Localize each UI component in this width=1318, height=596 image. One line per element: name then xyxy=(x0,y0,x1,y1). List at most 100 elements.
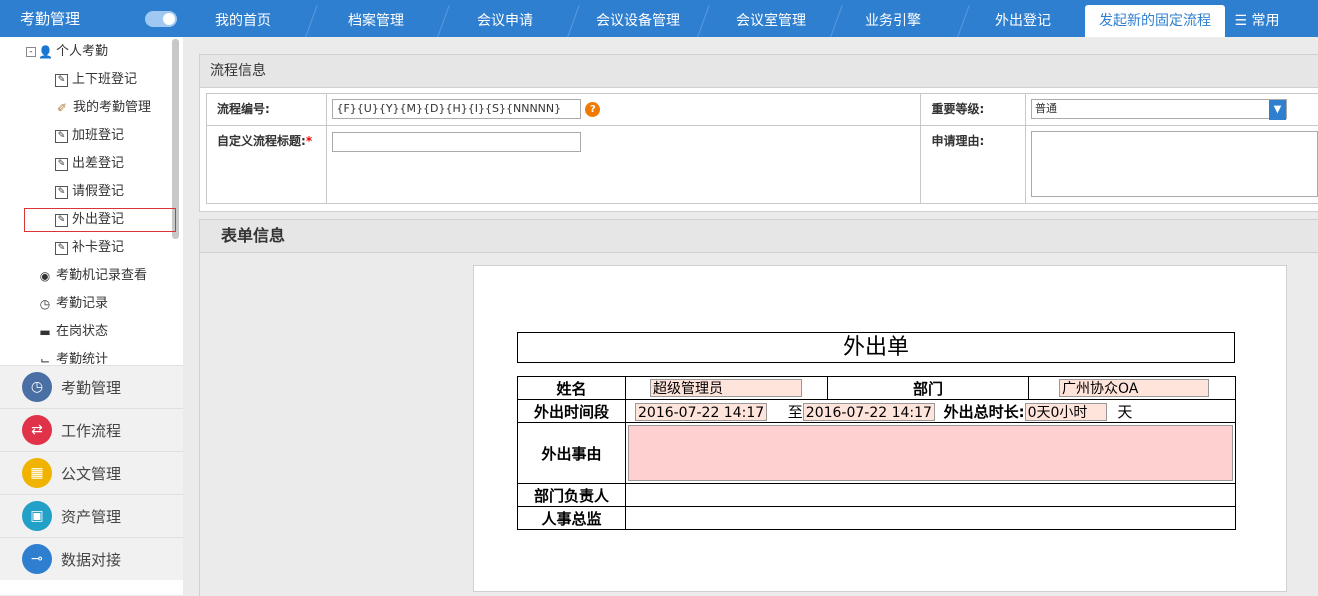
tab-bar: 我的首页 档案管理 会议申请 会议设备管理 会议室管理 业务引擎 外出登记 发起… xyxy=(183,0,1318,37)
reason-textarea[interactable] xyxy=(1030,131,1318,197)
tree-item-attendance-records[interactable]: ◷ 考勤记录 xyxy=(38,293,108,315)
flow-info-panel: 流程信息 流程编号: {F}{U}{Y}{M}{D}{H}{I}{S}{NNNN… xyxy=(199,54,1318,212)
module-assets[interactable]: ▣ 资产管理 xyxy=(0,494,183,537)
eye-icon: ◉ xyxy=(39,269,51,283)
tree-item-label: 考勤记录 xyxy=(56,296,109,311)
custom-title-label: 自定义流程标题:* xyxy=(205,125,328,204)
tab-meeting-room[interactable]: 会议室管理 xyxy=(711,5,831,37)
tree-item-label: 补卡登记 xyxy=(72,240,125,255)
hr-label: 人事总监 xyxy=(517,506,626,530)
module-label: 公文管理 xyxy=(61,464,122,483)
name-field[interactable]: 超级管理员 xyxy=(650,379,802,398)
module-menu: ◷ 考勤管理 ⇄ 工作流程 ▦ 公文管理 ▣ 资产管理 ⊸ 数据对接 xyxy=(0,365,183,580)
tab-meeting-equipment[interactable]: 会议设备管理 xyxy=(579,5,697,37)
reason-label: 申请理由: xyxy=(920,125,1026,204)
tree-item-label: 出差登记 xyxy=(72,156,125,171)
person-icon: 👤 xyxy=(38,45,53,59)
outing-reason-field[interactable] xyxy=(628,425,1233,481)
module-data-integration[interactable]: ⊸ 数据对接 xyxy=(0,537,183,580)
tree-item-machine-records[interactable]: ◉ 考勤机记录查看 xyxy=(38,265,147,287)
collapse-icon[interactable]: - xyxy=(26,47,36,57)
tree-item-label: 外出登记 xyxy=(72,212,125,227)
outing-form-table: 姓名 超级管理员 部门 广州协众OA 外出时间段 2016-07-22 14:1… xyxy=(517,376,1236,530)
reason-cell xyxy=(1024,125,1318,204)
tree-root-personal-attendance[interactable]: - 👤 个人考勤 xyxy=(26,41,108,63)
tab-new-fixed-flow[interactable]: 发起新的固定流程 xyxy=(1085,5,1225,37)
flow-number-input[interactable]: {F}{U}{Y}{M}{D}{H}{I}{S}{NNNNN} xyxy=(332,99,582,119)
flow-number-cell: {F}{U}{Y}{M}{D}{H}{I}{S}{NNNNN} ? xyxy=(326,93,922,126)
asset-icon: ▣ xyxy=(22,501,52,531)
tree-item-label: 上下班登记 xyxy=(72,72,138,87)
module-label: 考勤管理 xyxy=(61,378,122,397)
tab-outing-register[interactable]: 外出登记 xyxy=(973,5,1073,37)
dept-field[interactable]: 广州协众OA xyxy=(1059,379,1209,398)
edit-icon: ✎ xyxy=(55,73,68,87)
tab-meeting-apply[interactable]: 会议申请 xyxy=(451,5,559,37)
edit-icon: ✎ xyxy=(55,241,68,255)
module-label: 工作流程 xyxy=(61,421,122,440)
edit-icon: ✎ xyxy=(55,213,68,227)
main-content: 流程信息 流程编号: {F}{U}{Y}{M}{D}{H}{I}{S}{NNNN… xyxy=(183,37,1318,596)
tree-item-on-duty-status[interactable]: ▬ 在岗状态 xyxy=(38,321,108,343)
tree-item-overtime[interactable]: ✎ 加班登记 xyxy=(55,125,124,147)
document-icon: ▦ xyxy=(22,458,52,488)
tree-item-card-makeup[interactable]: ✎ 补卡登记 xyxy=(55,237,124,259)
card-icon: ▬ xyxy=(39,325,51,339)
clock-icon: ◷ xyxy=(39,297,51,311)
priority-select[interactable]: 普通 ▼ xyxy=(1030,99,1287,120)
chart-icon: ⌙ xyxy=(39,353,51,364)
flow-info-table: 流程编号: {F}{U}{Y}{M}{D}{H}{I}{S}{NNNNN} ? … xyxy=(205,93,1318,204)
priority-value: 普通 xyxy=(1034,102,1057,115)
duration-label: 外出总时长: xyxy=(943,402,1025,421)
custom-title-input[interactable] xyxy=(332,132,582,152)
tree-item-attendance-stats[interactable]: ⌙ 考勤统计 xyxy=(38,349,108,364)
module-documents[interactable]: ▦ 公文管理 xyxy=(0,451,183,494)
chevron-down-icon[interactable]: ▼ xyxy=(1268,100,1286,120)
manager-label: 部门负责人 xyxy=(517,483,626,507)
tree-item-leave[interactable]: ✎ 请假登记 xyxy=(55,181,124,203)
edit-icon: ✎ xyxy=(55,157,68,171)
help-icon[interactable]: ? xyxy=(585,101,601,117)
module-attendance[interactable]: ◷ 考勤管理 xyxy=(0,365,183,408)
end-time-field[interactable]: 2016-07-22 14:17 xyxy=(802,403,935,421)
tab-home[interactable]: 我的首页 xyxy=(193,5,293,37)
name-label: 姓名 xyxy=(517,376,626,400)
hr-cell[interactable] xyxy=(625,506,1236,530)
custom-title-cell xyxy=(326,125,922,204)
module-workflow[interactable]: ⇄ 工作流程 xyxy=(0,408,183,451)
tab-common[interactable]: ☰ 常用 xyxy=(1227,5,1287,37)
tree-item-clock-in[interactable]: ✎ 上下班登记 xyxy=(55,69,137,91)
start-time-field[interactable]: 2016-07-22 14:17 xyxy=(635,403,767,421)
tab-separator xyxy=(567,5,580,37)
tab-business-engine[interactable]: 业务引擎 xyxy=(843,5,943,37)
period-label: 外出时间段 xyxy=(517,399,626,423)
tab-archives[interactable]: 档案管理 xyxy=(321,5,431,37)
tab-separator xyxy=(437,5,450,37)
tree-item-my-attendance[interactable]: ✐ 我的考勤管理 xyxy=(55,97,151,119)
workflow-icon: ⇄ xyxy=(22,415,52,445)
tree-root-label: 个人考勤 xyxy=(56,44,109,59)
list-icon: ☰ xyxy=(1234,13,1248,29)
manager-cell[interactable] xyxy=(625,483,1236,507)
form-title: 外出单 xyxy=(517,332,1235,363)
priority-cell: 普通 ▼ xyxy=(1024,93,1318,126)
sidebar-toggle[interactable] xyxy=(145,10,177,27)
duration-field[interactable]: 0天0小时 xyxy=(1024,403,1107,421)
flow-number-label: 流程编号: xyxy=(205,93,328,126)
form-paper: 外出单 姓名 超级管理员 部门 广州协众OA 外出时间段 2016-07-22 … xyxy=(473,265,1287,592)
plug-icon: ⊸ xyxy=(22,544,52,574)
sidebar: 考勤管理 - 👤 个人考勤 ✎ 上下班登记 ✐ 我的考勤管理 ✎ 加班登记 ✎ … xyxy=(0,0,184,595)
priority-label: 重要等级: xyxy=(920,93,1026,126)
pen-icon: ✐ xyxy=(56,101,68,115)
duration-unit: 天 xyxy=(1117,402,1133,421)
tree-item-outing[interactable]: ✎ 外出登记 xyxy=(55,209,124,231)
sidebar-title: 考勤管理 xyxy=(20,10,81,28)
reason-cell xyxy=(625,422,1236,484)
tree-item-business-trip[interactable]: ✎ 出差登记 xyxy=(55,153,124,175)
module-label: 数据对接 xyxy=(61,550,122,569)
tree-item-label: 请假登记 xyxy=(72,184,125,199)
flow-info-title: 流程信息 xyxy=(200,55,1318,88)
tab-separator xyxy=(830,5,843,37)
tab-separator xyxy=(305,5,318,37)
custom-title-label-text: 自定义流程标题: xyxy=(217,134,306,148)
